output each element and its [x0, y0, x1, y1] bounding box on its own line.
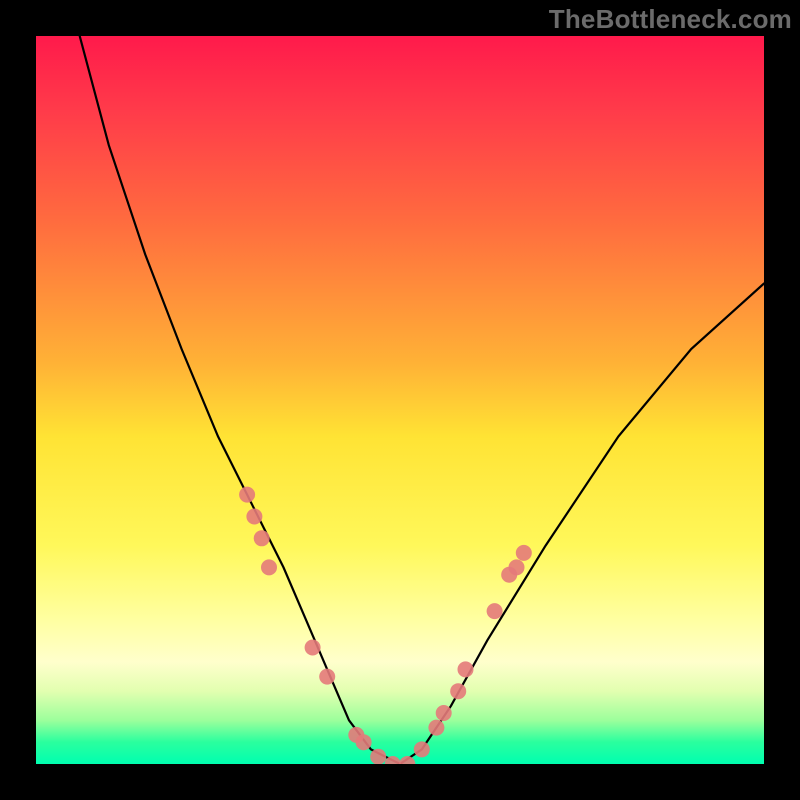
data-marker [305, 640, 321, 656]
data-marker [516, 545, 532, 561]
watermark-text: TheBottleneck.com [549, 4, 792, 35]
data-marker [436, 705, 452, 721]
data-markers [239, 487, 532, 764]
data-marker [319, 669, 335, 685]
data-marker [246, 509, 262, 525]
data-marker [261, 559, 277, 575]
chart-container: TheBottleneck.com [0, 0, 800, 800]
data-marker [428, 720, 444, 736]
data-marker [450, 683, 466, 699]
data-marker [254, 530, 270, 546]
bottleneck-curve [80, 36, 764, 764]
data-marker [239, 487, 255, 503]
data-marker [370, 749, 386, 764]
plot-area [36, 36, 764, 764]
data-marker [487, 603, 503, 619]
data-marker [509, 559, 525, 575]
curve-svg [36, 36, 764, 764]
data-marker [458, 661, 474, 677]
data-marker [399, 756, 415, 764]
data-marker [414, 741, 430, 757]
data-marker [356, 734, 372, 750]
